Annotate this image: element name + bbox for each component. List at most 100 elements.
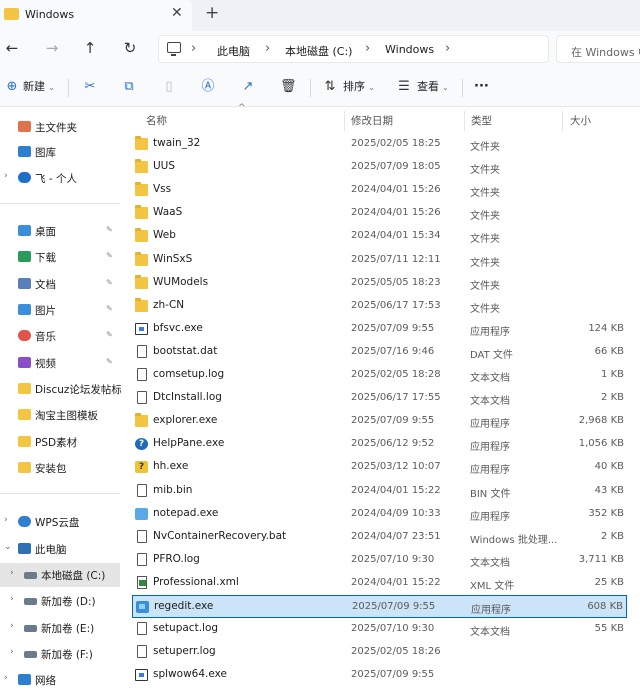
file-name: NvContainerRecovery.bat <box>153 529 287 542</box>
file-row[interactable]: PFRO.log 2025/07/10 9:30 文本文档 3,711 KB <box>132 549 627 572</box>
refresh-icon[interactable]: ↻ <box>120 38 140 58</box>
sidebar-item-documents[interactable]: 文档 ✎ <box>0 272 120 296</box>
sidebar-item-drive-e[interactable]: › 新加卷 (E:) <box>0 616 120 640</box>
file-size: 352 KB <box>588 507 624 519</box>
new-button[interactable]: 新建 ⌄ <box>23 77 55 97</box>
column-divider[interactable] <box>344 111 345 131</box>
file-row[interactable]: bootstat.dat 2025/07/16 9:46 DAT 文件 66 KB <box>132 341 627 364</box>
chevron-right-icon[interactable]: › <box>10 647 14 657</box>
file-row[interactable]: regedit.exe 2025/07/09 9:55 应用程序 608 KB <box>132 595 627 618</box>
file-row[interactable]: ? hh.exe 2025/03/12 10:07 应用程序 40 KB <box>132 456 627 479</box>
breadcrumb-this-pc[interactable]: 此电脑 <box>217 43 250 59</box>
sidebar-item-music[interactable]: 音乐 ✎ <box>0 324 120 348</box>
file-size: 1,056 KB <box>578 438 624 450</box>
file-row[interactable]: splwow64.exe 2025/07/09 9:55 <box>132 664 627 687</box>
file-row[interactable]: twain_32 2025/02/05 18:25 文件夹 <box>132 133 627 156</box>
sidebar-item-videos[interactable]: 视频 ✎ <box>0 351 120 375</box>
more-options-button[interactable]: ··· <box>474 77 489 97</box>
file-row[interactable]: setupact.log 2025/07/10 9:30 文本文档 55 KB <box>132 618 627 641</box>
column-divider[interactable] <box>562 111 563 131</box>
sidebar-item-network[interactable]: › 网络 <box>0 668 120 691</box>
chevron-right-icon[interactable]: › <box>365 41 370 56</box>
sidebar-item-wps-cloud[interactable]: › WPS云盘 <box>0 510 120 534</box>
sidebar-item-desktop[interactable]: 桌面 ✎ <box>0 219 120 243</box>
column-header-type[interactable]: 类型 <box>471 113 492 128</box>
file-row[interactable]: ? HelpPane.exe 2025/06/12 9:52 应用程序 1,056 KB <box>132 433 627 456</box>
forward-icon[interactable]: → <box>42 38 62 58</box>
file-list: ^ 名称 修改日期 类型 大小 twain_32 2025/02/05 18:25… <box>121 103 640 691</box>
sidebar-item-psd[interactable]: PSD素材 <box>0 430 120 454</box>
breadcrumb-local-disk[interactable]: 本地磁盘 (C:) <box>285 43 352 59</box>
sidebar-item-this-pc[interactable]: ⌄ 此电脑 <box>0 537 120 561</box>
column-header-modified[interactable]: 修改日期 <box>351 113 393 128</box>
sidebar-item-discuz[interactable]: Discuz论坛发帖标题 <box>0 377 132 401</box>
up-icon[interactable]: ↑ <box>80 38 100 58</box>
chevron-right-icon[interactable]: › <box>265 41 270 56</box>
copy-icon[interactable]: ⧉ <box>121 79 137 95</box>
sidebar-item-onedrive[interactable]: › 飞 - 个人 <box>0 166 120 190</box>
chevron-right-icon[interactable]: › <box>4 171 8 181</box>
file-name: WinSxS <box>153 252 193 265</box>
view-button[interactable]: 查看 ⌄ <box>417 77 449 97</box>
cut-icon[interactable]: ✂ <box>82 79 98 95</box>
search-box[interactable]: 在 Windows 中搜索 <box>556 35 640 63</box>
rename-icon[interactable]: Ⓐ <box>200 79 216 95</box>
file-row[interactable]: NvContainerRecovery.bat 2024/04/07 23:51 W… <box>132 526 627 549</box>
file-row[interactable]: DtcInstall.log 2025/06/17 17:55 文本文档 2 KB <box>132 387 627 410</box>
command-bar: ⊕ 新建 ⌄ ✂ ⧉ ▯ Ⓐ ↗ 🗑 ⇅ 排序 ⌄ ☰ 查看 ⌄ ··· <box>0 67 640 107</box>
chevron-down-icon[interactable]: ⌄ <box>4 542 12 552</box>
file-row[interactable]: notepad.exe 2024/04/09 10:33 应用程序 352 KB <box>132 503 627 526</box>
chevron-right-icon[interactable]: › <box>445 41 450 56</box>
file-row[interactable]: explorer.exe 2025/07/09 9:55 应用程序 2,968 KB <box>132 410 627 433</box>
close-icon[interactable]: ✕ <box>171 5 183 21</box>
folder-icon <box>4 8 19 20</box>
sidebar-item-label: Discuz论坛发帖标题 <box>35 384 133 396</box>
file-name: HelpPane.exe <box>153 437 225 450</box>
file-row[interactable]: bfsvc.exe 2025/07/09 9:55 应用程序 124 KB <box>132 318 627 341</box>
desktop-icon <box>18 225 31 236</box>
column-divider[interactable] <box>464 111 465 131</box>
sidebar-item-home[interactable]: 主文件夹 <box>0 115 120 139</box>
file-row[interactable]: setuperr.log 2025/02/05 18:26 <box>132 641 627 664</box>
column-header-name[interactable]: 名称 <box>146 113 167 128</box>
sidebar-item-downloads[interactable]: 下载 ✎ <box>0 245 120 269</box>
tab-windows[interactable]: Windows ✕ <box>0 0 192 31</box>
delete-icon[interactable]: 🗑 <box>280 79 297 95</box>
file-row[interactable]: Web 2024/04/01 15:34 文件夹 <box>132 225 627 248</box>
sidebar-item-gallery[interactable]: 图库 <box>0 140 120 164</box>
new-tab-button[interactable]: + <box>205 3 219 23</box>
address-bar[interactable]: › 此电脑 › 本地磁盘 (C:) › Windows › <box>158 35 549 63</box>
share-icon[interactable]: ↗ <box>240 79 256 95</box>
chevron-right-icon[interactable]: › <box>4 673 8 683</box>
file-row[interactable]: Professional.xml 2024/04/01 15:22 XML 文件 25… <box>132 572 627 595</box>
file-row[interactable]: UUS 2025/07/09 18:05 文件夹 <box>132 156 627 179</box>
file-row[interactable]: WinSxS 2025/07/11 12:11 文件夹 <box>132 249 627 272</box>
file-row[interactable]: WUModels 2025/05/05 18:23 文件夹 <box>132 272 627 295</box>
search-input[interactable]: 在 Windows 中搜索 <box>571 44 640 60</box>
sort-button[interactable]: 排序 ⌄ <box>343 77 375 97</box>
file-row[interactable]: zh-CN 2025/06/17 17:53 文件夹 <box>132 295 627 318</box>
file-row[interactable]: mib.bin 2024/04/01 15:22 BIN 文件 43 KB <box>132 480 627 503</box>
file-row[interactable]: Vss 2024/04/01 15:26 文件夹 <box>132 179 627 202</box>
breadcrumb-windows[interactable]: Windows <box>385 43 434 56</box>
folder-icon <box>135 413 148 428</box>
chevron-right-icon[interactable]: › <box>10 594 14 604</box>
file-name: WUModels <box>153 275 209 288</box>
sidebar-item-pictures[interactable]: 图片 ✎ <box>0 298 120 322</box>
chevron-right-icon[interactable]: › <box>191 41 196 56</box>
chevron-right-icon[interactable]: › <box>4 515 8 525</box>
back-icon[interactable]: ← <box>2 38 22 58</box>
column-header-size[interactable]: 大小 <box>570 113 591 128</box>
pin-icon: ✎ <box>106 330 113 339</box>
sidebar-item-drive-d[interactable]: › 新加卷 (D:) <box>0 589 120 613</box>
sidebar-item-drive-f[interactable]: › 新加卷 (F:) <box>0 642 120 666</box>
sidebar-item-drive-c[interactable]: › 本地磁盘 (C:) <box>0 563 120 587</box>
file-row[interactable]: WaaS 2024/04/01 15:26 文件夹 <box>132 202 627 225</box>
sidebar-item-taobao[interactable]: 淘宝主图模板 <box>0 403 120 427</box>
file-modified-date: 2024/04/07 23:51 <box>351 530 441 542</box>
paste-icon[interactable]: ▯ <box>161 79 177 95</box>
sidebar-item-installers[interactable]: 安装包 <box>0 456 120 480</box>
file-row[interactable]: comsetup.log 2025/02/05 18:28 文本文档 1 KB <box>132 364 627 387</box>
chevron-right-icon[interactable]: › <box>10 621 14 631</box>
chevron-right-icon[interactable]: › <box>10 568 14 578</box>
